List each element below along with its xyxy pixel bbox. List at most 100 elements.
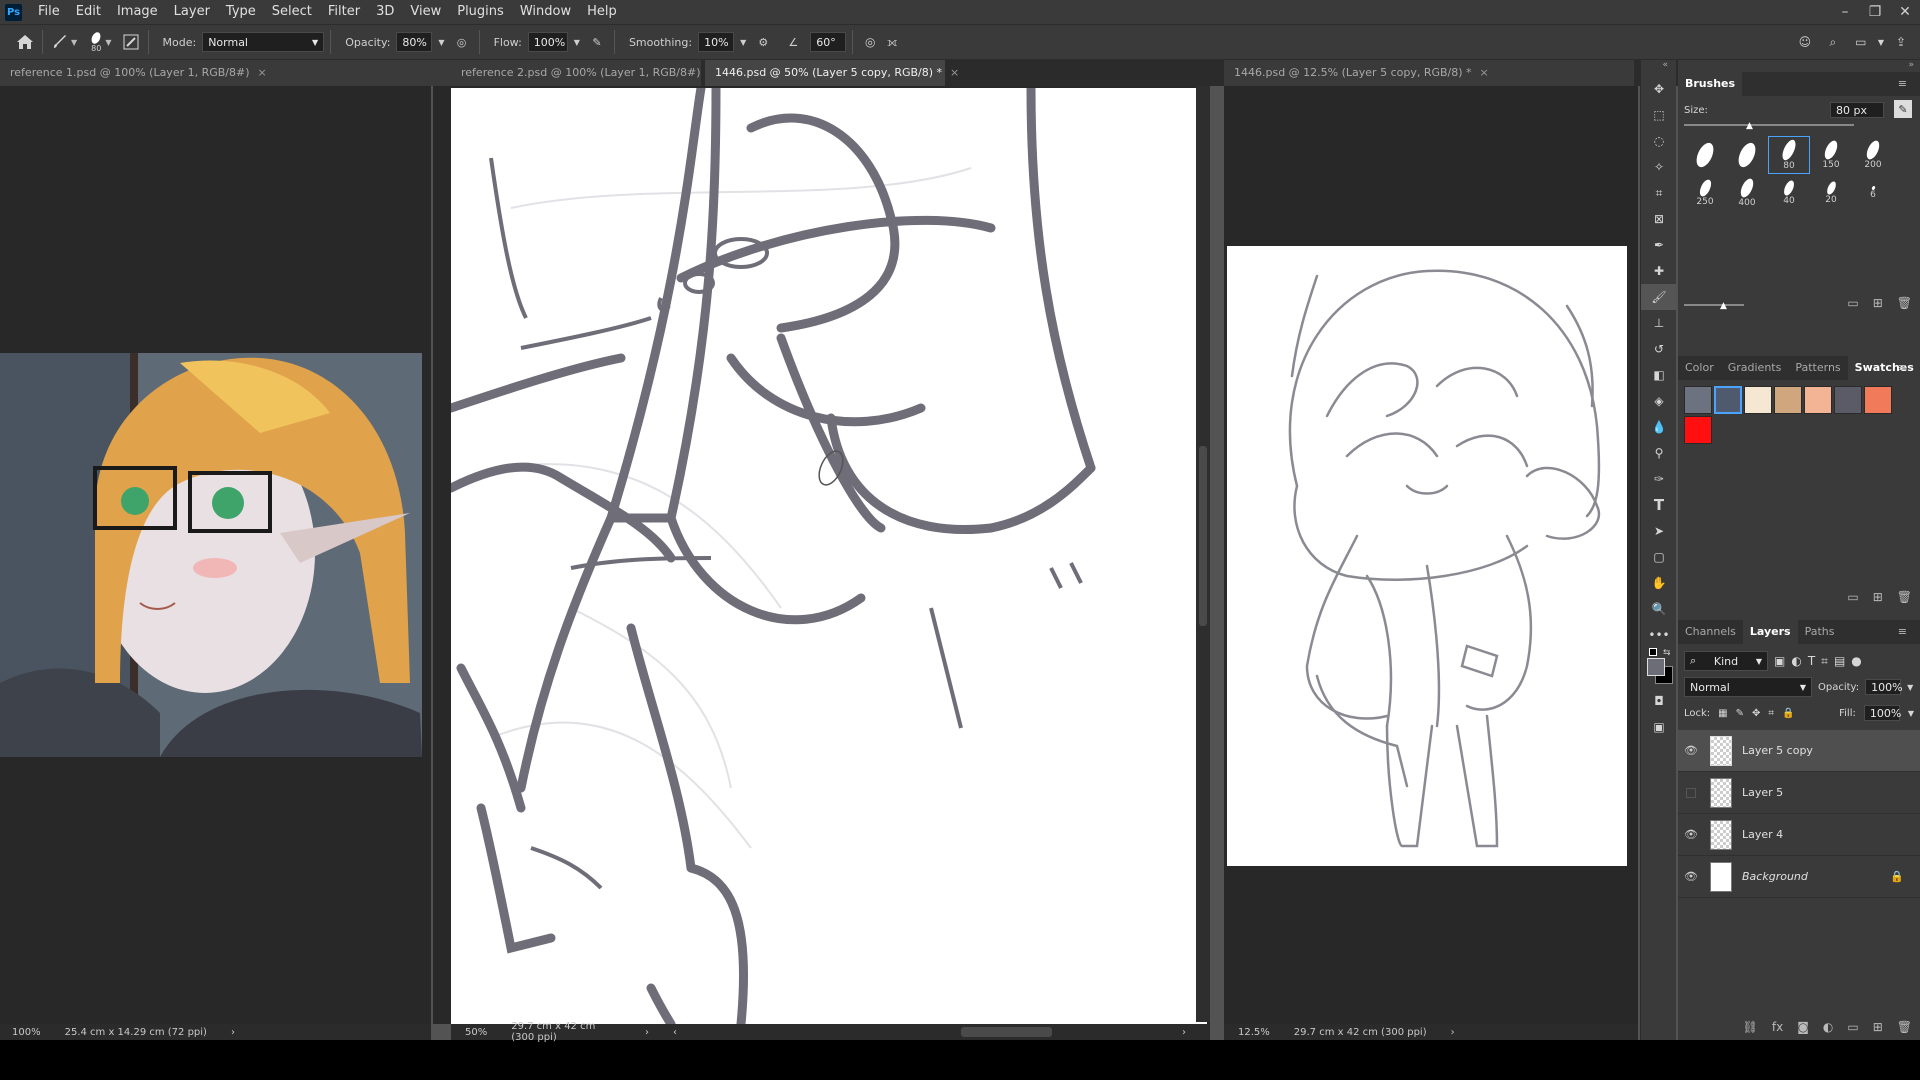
menu-view[interactable]: View: [402, 0, 449, 24]
canvas-reference-1[interactable]: [0, 86, 431, 1024]
healing-brush-tool-icon[interactable]: ✚: [1641, 258, 1677, 284]
canvas-main[interactable]: [433, 86, 1210, 1024]
tab-layers[interactable]: Layers: [1742, 620, 1798, 644]
brush-preset[interactable]: [1684, 136, 1726, 174]
marquee-tool-icon[interactable]: ⬚: [1641, 102, 1677, 128]
brush-settings-panel-icon[interactable]: [120, 31, 142, 53]
lock-position-icon[interactable]: ✥: [1752, 708, 1760, 719]
close-icon[interactable]: ×: [258, 66, 267, 79]
visibility-eye-icon[interactable]: 👁: [1678, 870, 1704, 883]
color-swatch[interactable]: [1684, 416, 1712, 444]
preview-size-slider[interactable]: ▲: [1684, 301, 1744, 311]
pressure-size-icon[interactable]: ◎: [859, 31, 881, 53]
chevron-right-icon[interactable]: ›: [231, 1027, 235, 1038]
visibility-toggle-hidden[interactable]: [1678, 787, 1704, 798]
layer-style-fx-icon[interactable]: fx: [1772, 1020, 1783, 1034]
fill-input[interactable]: 100%: [1863, 705, 1901, 721]
brush-size-input[interactable]: 80 px: [1830, 102, 1884, 118]
visibility-eye-icon[interactable]: 👁: [1678, 828, 1704, 841]
paint-bucket-tool-icon[interactable]: ◈: [1641, 388, 1677, 414]
panel-menu-icon[interactable]: ≡: [1891, 356, 1914, 380]
layer-filter-kind-select[interactable]: ⌕ Kind ▼: [1684, 651, 1768, 671]
brush-preset[interactable]: 250: [1684, 174, 1726, 212]
layer-thumbnail[interactable]: [1710, 861, 1732, 892]
airbrush-icon[interactable]: ✎: [586, 31, 608, 53]
blend-mode-select[interactable]: Normal ▼: [1684, 677, 1812, 697]
horizontal-scrollbar-thumb[interactable]: [961, 1027, 1052, 1037]
tab-brushes[interactable]: Brushes: [1678, 72, 1743, 96]
visibility-eye-icon[interactable]: 👁: [1678, 744, 1704, 757]
new-swatch-icon[interactable]: ⊞: [1873, 590, 1883, 604]
brush-tool-preset-icon[interactable]: [49, 31, 71, 53]
menu-select[interactable]: Select: [264, 0, 320, 24]
layer-opacity-input[interactable]: 100%: [1865, 679, 1903, 695]
eyedropper-tool-icon[interactable]: ✒: [1641, 232, 1677, 258]
folder-icon[interactable]: ▭: [1847, 590, 1858, 604]
chevron-down-icon[interactable]: ▼: [71, 38, 77, 47]
filter-smart-object-icon[interactable]: ▤: [1834, 654, 1845, 668]
scrollbar-thumb[interactable]: [1199, 446, 1207, 626]
layer-thumbnail[interactable]: [1710, 735, 1732, 766]
menu-window[interactable]: Window: [512, 0, 579, 24]
brush-preset[interactable]: 6: [1852, 174, 1894, 212]
brush-preset[interactable]: 200: [1852, 136, 1894, 174]
workspace-icon[interactable]: ▭: [1850, 31, 1872, 53]
color-swatch[interactable]: [1774, 386, 1802, 414]
panel-menu-icon[interactable]: ≡: [1891, 72, 1914, 96]
chevron-right-icon[interactable]: ›: [1182, 1027, 1186, 1038]
angle-input[interactable]: 60°: [810, 32, 847, 52]
color-swatch[interactable]: [1714, 386, 1742, 414]
brush-preset[interactable]: 150: [1810, 136, 1852, 174]
brush-preset[interactable]: [1726, 136, 1768, 174]
history-brush-tool-icon[interactable]: ↺: [1641, 336, 1677, 362]
menu-edit[interactable]: Edit: [68, 0, 109, 24]
color-swatch[interactable]: [1834, 386, 1862, 414]
symmetry-icon[interactable]: ⟗: [881, 31, 903, 53]
trash-icon[interactable]: 🗑: [1897, 296, 1912, 310]
layer-row[interactable]: 👁 Background 🔒: [1678, 856, 1920, 898]
chevron-down-icon[interactable]: ▼: [105, 38, 111, 47]
chevron-down-icon[interactable]: ▼: [1878, 38, 1884, 47]
menu-3d[interactable]: 3D: [368, 0, 402, 24]
mode-select[interactable]: Normal ▼: [202, 32, 325, 52]
layer-row[interactable]: 👁 Layer 5 copy: [1678, 730, 1920, 772]
menu-type[interactable]: Type: [218, 0, 264, 24]
slider-handle-icon[interactable]: ▲: [1746, 121, 1753, 131]
share-user-icon[interactable]: ☺: [1794, 31, 1816, 53]
chevron-right-icon[interactable]: ›: [1451, 1027, 1455, 1038]
chevron-left-icon[interactable]: ‹: [673, 1027, 677, 1038]
add-mask-icon[interactable]: ◙: [1797, 1020, 1809, 1034]
path-selection-tool-icon[interactable]: ➤: [1641, 518, 1677, 544]
color-swatch[interactable]: [1804, 386, 1832, 414]
tab-reference-1[interactable]: reference 1.psd @ 100% (Layer 1, RGB/8#)…: [0, 60, 455, 86]
more-tools-icon[interactable]: •••: [1641, 622, 1677, 648]
color-swatch[interactable]: [1744, 386, 1772, 414]
lasso-tool-icon[interactable]: ◌: [1641, 128, 1677, 154]
zoom-tool-icon[interactable]: 🔍: [1641, 596, 1677, 622]
brush-preset[interactable]: 80: [1768, 136, 1810, 174]
restore-icon[interactable]: ❐: [1860, 0, 1890, 24]
chevron-down-icon[interactable]: ▼: [438, 38, 444, 47]
brush-edit-icon[interactable]: ✎: [1894, 100, 1912, 118]
canvas-overview[interactable]: [1224, 86, 1638, 1024]
lock-all-icon[interactable]: 🔒: [1782, 708, 1794, 719]
folder-icon[interactable]: ▭: [1847, 296, 1858, 310]
tab-reference-2[interactable]: reference 2.psd @ 100% (Layer 1, RGB/8#)…: [451, 60, 718, 86]
slider-handle-icon[interactable]: ▲: [1720, 301, 1727, 311]
crop-tool-icon[interactable]: ⌗: [1641, 180, 1677, 206]
layer-name[interactable]: Background: [1742, 870, 1808, 883]
home-icon[interactable]: [14, 31, 36, 53]
new-group-icon[interactable]: ▭: [1847, 1020, 1858, 1034]
brush-size-picker[interactable]: 80: [90, 30, 103, 53]
brush-preset[interactable]: 40: [1768, 174, 1810, 212]
menu-filter[interactable]: Filter: [320, 0, 368, 24]
color-swatch[interactable]: [1864, 386, 1892, 414]
collapse-panel-icon[interactable]: »: [1678, 60, 1920, 72]
lock-transparent-icon[interactable]: ▦: [1718, 708, 1727, 719]
tab-gradients[interactable]: Gradients: [1721, 356, 1789, 380]
collapse-panel-icon[interactable]: «: [1641, 60, 1676, 76]
brush-size-slider[interactable]: ▲: [1684, 121, 1854, 131]
quick-mask-icon[interactable]: ◘: [1641, 688, 1677, 714]
scrollbar-track[interactable]: [1196, 86, 1210, 1022]
layer-row[interactable]: 👁 Layer 4: [1678, 814, 1920, 856]
